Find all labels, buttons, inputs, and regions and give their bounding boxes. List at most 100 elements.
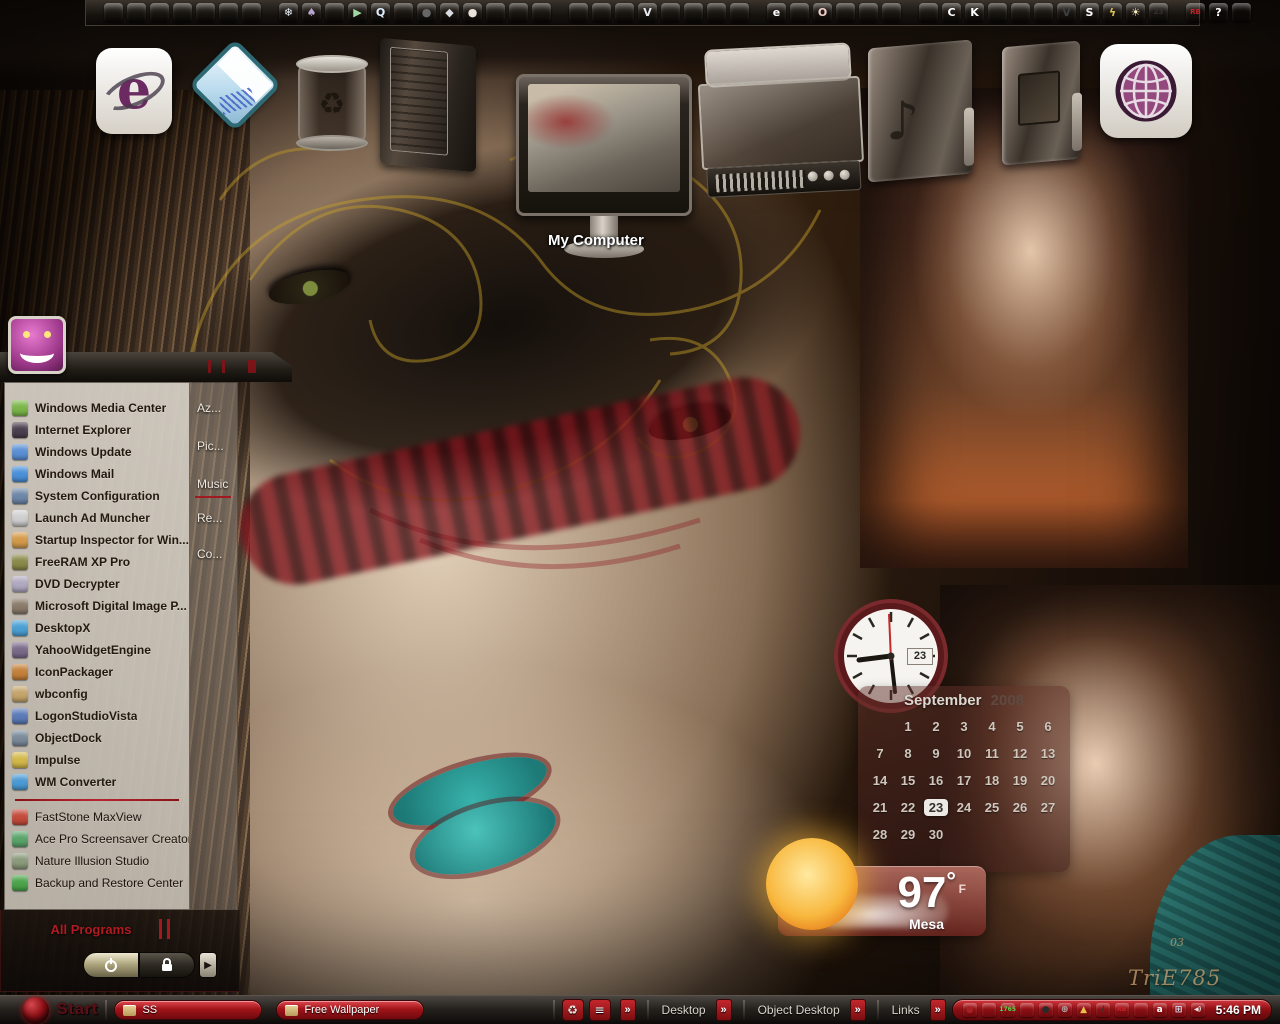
calendar-day-cell[interactable]: 20 <box>1034 768 1062 792</box>
calendar-day-cell[interactable]: 10 <box>950 741 978 765</box>
calendar-day-cell[interactable]: 7 <box>866 741 894 765</box>
dock-icon-folder-zip[interactable] <box>730 3 749 22</box>
toolbar-object-desktop[interactable]: Object Desktop <box>758 1003 840 1017</box>
toolbar-object-desktop-chevron[interactable]: » <box>850 999 866 1021</box>
calendar-day-cell[interactable]: 16 <box>922 768 950 792</box>
start-menu-item[interactable]: System Configuration <box>5 485 189 507</box>
dock-icon-display-settings[interactable] <box>988 3 1007 22</box>
tray-icon-photo-tray[interactable] <box>1134 1003 1148 1017</box>
dock-icon-shield-v[interactable]: V <box>638 3 657 22</box>
start-menu-item[interactable]: ObjectDock <box>5 727 189 749</box>
tray-icon-gear-tray[interactable]: ⊕ <box>1058 1003 1072 1017</box>
dock-icon-internet-explorer[interactable]: e <box>767 3 786 22</box>
dock-icon-maxthon-browser[interactable] <box>836 3 855 22</box>
calendar-day-cell[interactable]: 24 <box>950 795 978 819</box>
documents-folder-desktop-icon[interactable] <box>380 38 476 172</box>
calendar-day-cell[interactable]: 3 <box>950 714 978 738</box>
dock-icon-s-app[interactable]: S <box>1080 3 1099 22</box>
calendar-day-cell[interactable]: 6 <box>1034 714 1062 738</box>
calendar-day-cell[interactable]: 27 <box>1034 795 1062 819</box>
start-menu-item[interactable]: DesktopX <box>5 617 189 639</box>
toolbar-desktop[interactable]: Desktop <box>662 1003 706 1017</box>
tray-icon-impulse-tray[interactable] <box>1020 1003 1034 1017</box>
calendar-day-cell[interactable]: 29 <box>894 822 922 846</box>
music-folder-desktop-icon[interactable]: ♪ <box>868 39 972 182</box>
dock-icon-paint-palette[interactable] <box>325 3 344 22</box>
start-button-label[interactable]: Start <box>57 1001 98 1019</box>
start-menu-item[interactable]: FastStone MaxView <box>5 806 189 828</box>
calendar-day-cell[interactable]: 17 <box>950 768 978 792</box>
dock-icon-calendar-day[interactable]: 23 <box>1149 3 1168 22</box>
start-menu-item[interactable]: DVD Decrypter <box>5 573 189 595</box>
dock-icon-quicktime[interactable]: Q <box>371 3 390 22</box>
taskbar-clock[interactable]: 5:46 PM <box>1216 1003 1261 1017</box>
dock-icon-notepad-doc[interactable] <box>919 3 938 22</box>
dock-icon-folder-docs[interactable] <box>173 3 192 22</box>
calendar-day-cell[interactable]: 8 <box>894 741 922 765</box>
dock-icon-colorpic[interactable]: C <box>942 3 961 22</box>
calendar-day-cell[interactable] <box>950 822 978 846</box>
calendar-day-cell[interactable] <box>1006 822 1034 846</box>
dock-icon-folder-dark[interactable] <box>127 3 146 22</box>
user-avatar[interactable] <box>8 316 66 374</box>
quick-launch-button-recycle-bin[interactable]: ♻ <box>562 999 584 1021</box>
dock-icon-weather-sun[interactable]: ☀ <box>1126 3 1145 22</box>
start-menu-item[interactable]: Windows Media Center <box>5 397 189 419</box>
start-menu-item[interactable]: LogonStudioVista <box>5 705 189 727</box>
external-drive-desktop-icon[interactable] <box>696 42 866 208</box>
calendar-day-cell[interactable] <box>866 714 894 738</box>
dock-icon-monitor-small[interactable] <box>661 3 680 22</box>
calendar-day-cell[interactable]: 5 <box>1006 714 1034 738</box>
start-menu-item[interactable]: YahooWidgetEngine <box>5 639 189 661</box>
start-button-orb[interactable] <box>22 997 49 1024</box>
power-button[interactable] <box>83 952 139 978</box>
start-menu-item[interactable]: Windows Update <box>5 441 189 463</box>
dock-icon-green-gem[interactable] <box>509 3 528 22</box>
calendar-day-cell[interactable]: 21 <box>866 795 894 819</box>
calendar-widget[interactable]: September 2008 1 2 3 4 5 6 <box>858 686 1070 872</box>
start-menu-item[interactable]: Launch Ad Muncher <box>5 507 189 529</box>
dock-icon-blue-drop[interactable] <box>486 3 505 22</box>
quick-launch-button-notepad[interactable]: ≡ <box>589 999 611 1021</box>
quick-launch-chevron[interactable]: » <box>620 999 636 1021</box>
all-programs-button[interactable]: All Programs <box>31 922 151 937</box>
dock-icon-rb-badge[interactable]: RB <box>1186 3 1205 22</box>
tray-icon-stylexp-triangle[interactable]: ▲ <box>1077 1003 1091 1017</box>
dock-icon-desktopx[interactable]: ❄ <box>279 3 298 22</box>
calendar-day-cell[interactable]: 2 <box>922 714 950 738</box>
start-menu-item[interactable]: Microsoft Digital Image P... <box>5 595 189 617</box>
start-menu-item[interactable]: Backup and Restore Center <box>5 872 189 894</box>
dock-icon-drive-dark[interactable] <box>707 3 726 22</box>
calendar-day-cell[interactable]: 1 <box>894 714 922 738</box>
start-menu-item[interactable]: wbconfig <box>5 683 189 705</box>
tray-icon-media-player-tray[interactable]: ● <box>963 1003 977 1017</box>
dock-icon-folder-media[interactable] <box>196 3 215 22</box>
start-menu-item[interactable]: Impulse <box>5 749 189 771</box>
tray-icon-a-badge-tray[interactable]: a <box>1153 1003 1167 1017</box>
dock-icon-objectdock-swirl[interactable] <box>394 3 413 22</box>
calendar-day-cell[interactable]: 23 <box>922 795 950 819</box>
dock-icon-lightning[interactable]: ϟ <box>1103 3 1122 22</box>
dock-icon-nero-circle[interactable]: ● <box>463 3 482 22</box>
tray-icon-volume-tray[interactable]: ◀) <box>1191 1003 1205 1017</box>
calendar-day-cell[interactable]: 15 <box>894 768 922 792</box>
calendar-day-cell[interactable] <box>1034 822 1062 846</box>
dock-icon-photo-stack[interactable] <box>592 3 611 22</box>
dock-icon-wallpaper-scene[interactable] <box>1232 3 1251 22</box>
dock-icon-help-question[interactable]: ? <box>1209 3 1228 22</box>
pictures-folder-desktop-icon[interactable] <box>1002 41 1080 166</box>
calendar-day-cell[interactable]: 9 <box>922 741 950 765</box>
start-menu-item[interactable]: Startup Inspector for Win... <box>5 529 189 551</box>
side-item-pictures[interactable]: Pic... <box>197 439 224 453</box>
side-item-computer[interactable]: Co... <box>197 547 222 561</box>
tray-icon-network-tray[interactable]: ⊞ <box>1172 1003 1186 1017</box>
dock-icon-folder-apps[interactable] <box>104 3 123 22</box>
shutdown-options-arrow[interactable]: ▶ <box>199 952 217 978</box>
lock-button[interactable] <box>139 952 195 978</box>
dock-icon-folder-tools[interactable] <box>242 3 261 22</box>
dock-icon-magnifier[interactable] <box>859 3 878 22</box>
start-menu-item[interactable]: Internet Explorer <box>5 419 189 441</box>
calendar-day-cell[interactable]: 14 <box>866 768 894 792</box>
tray-icon-freeram-meter[interactable]: 1765 <box>1001 1003 1015 1017</box>
start-menu-item[interactable]: IconPackager <box>5 661 189 683</box>
